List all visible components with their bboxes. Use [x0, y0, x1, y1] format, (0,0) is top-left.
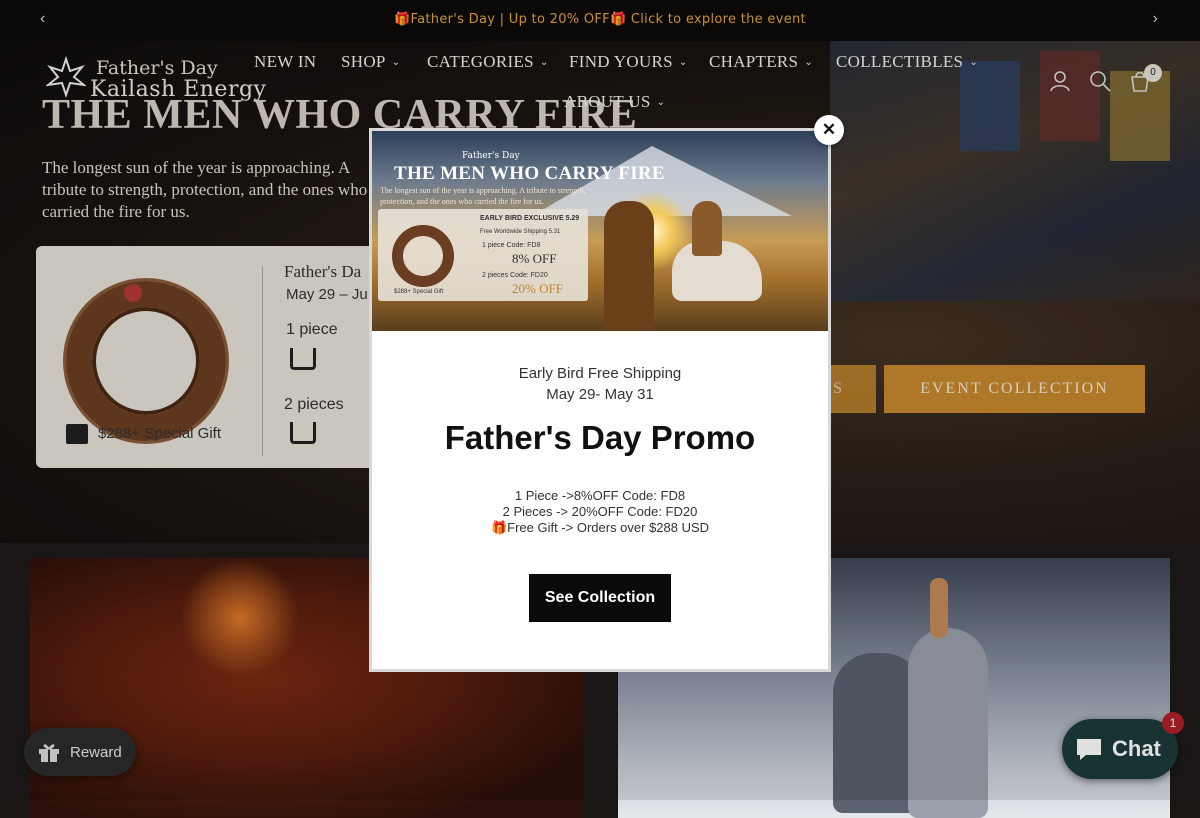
promo-image-card: EARLY BIRD EXCLUSIVE 5.29 Free Worldwide…: [378, 209, 588, 301]
promo-image: Father's Day THE MEN WHO CARRY FIRE The …: [372, 131, 828, 331]
bracelet-image: [392, 225, 454, 287]
close-icon[interactable]: ✕: [814, 115, 844, 145]
promo-modal: Father's Day THE MEN WHO CARRY FIRE The …: [369, 128, 831, 672]
promo-image-title: THE MEN WHO CARRY FIRE: [394, 163, 665, 185]
see-collection-button[interactable]: See Collection: [529, 574, 671, 622]
shipping-info: Early Bird Free Shipping May 29- May 31: [372, 363, 828, 405]
promo-image-tagline: Father's Day: [462, 151, 520, 161]
promo-image-desc: The longest sun of the year is approachi…: [380, 185, 595, 207]
modal-title: Father's Day Promo: [372, 419, 828, 457]
promo-details: 1 Piece ->8%OFF Code: FD8 2 Pieces -> 20…: [372, 488, 828, 536]
